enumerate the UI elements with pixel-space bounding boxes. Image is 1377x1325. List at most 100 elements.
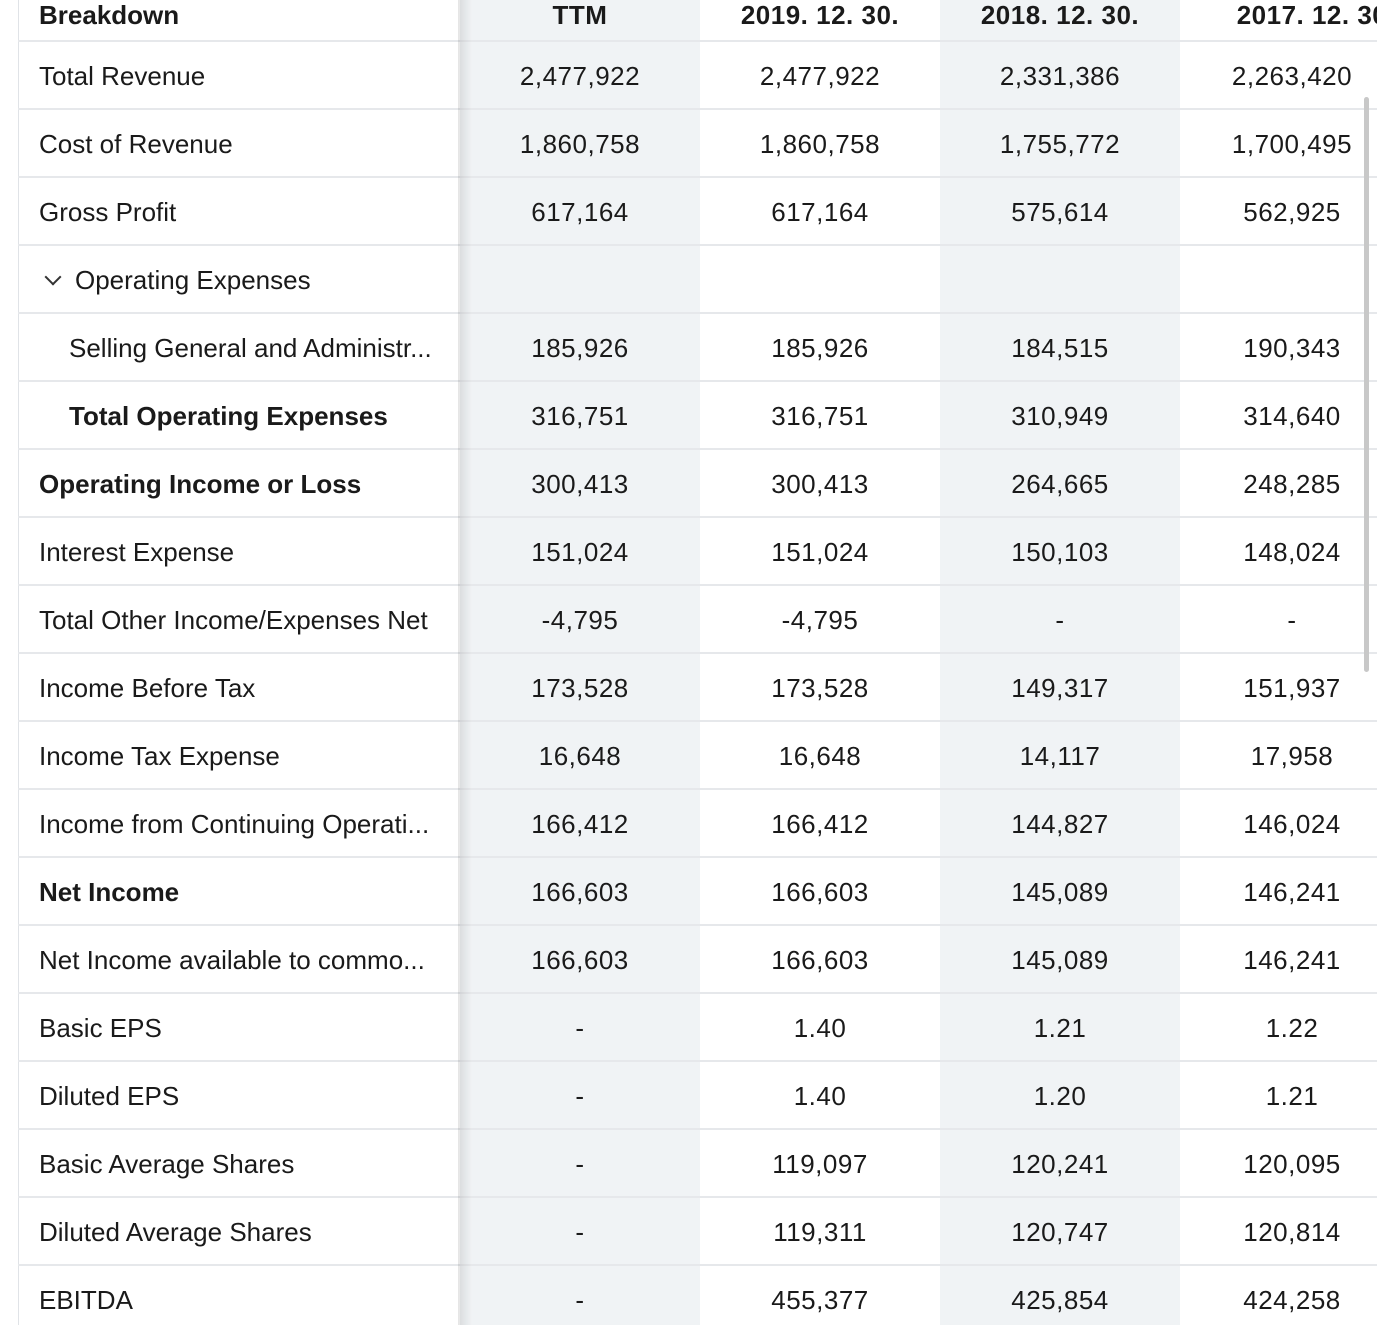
table-row: Selling General and Administr... 185,926 1… [18, 314, 1377, 382]
row-label-text: Total Operating Expenses [69, 400, 388, 431]
vertical-scrollbar[interactable] [1364, 97, 1369, 672]
table-row: Total Revenue 2,477,922 2,477,922 2,331,386… [18, 42, 1377, 110]
column-header-2017[interactable]: 2017. 12. 30. [1180, 0, 1377, 42]
value-cell: 2,477,922 [759, 60, 881, 91]
row-label: Net Income available to commo... [18, 926, 458, 994]
value-cell: 562,925 [1243, 196, 1341, 227]
value-cell: - [460, 994, 700, 1062]
row-label: Cost of Revenue [18, 110, 458, 178]
row-label: Total Revenue [18, 42, 458, 110]
row-label-text: EBITDA [39, 1284, 133, 1315]
column-header-2019[interactable]: 2019. 12. 30. [700, 0, 940, 42]
value-cell: 1.21 [940, 994, 1180, 1062]
value-cell: 184,515 [940, 314, 1180, 382]
value-cell: 1,700,495 [1231, 128, 1353, 159]
value-cell: - [460, 1198, 700, 1266]
column-header-ttm[interactable]: TTM [460, 0, 700, 42]
table-row: Basic Average Shares - 119,097 120,241 120,0… [18, 1130, 1377, 1198]
value-cell: 264,665 [940, 450, 1180, 518]
value-cell: 316,751 [460, 382, 700, 450]
table-row: Basic EPS - 1.40 1.21 1.22 [18, 994, 1377, 1062]
row-label-text: Total Revenue [39, 60, 206, 91]
table-row: Total Operating Expenses 316,751 316,751 31… [18, 382, 1377, 450]
value-cell: 149,317 [940, 654, 1180, 722]
row-label: Income Tax Expense [18, 722, 458, 790]
row-label: Selling General and Administr... [18, 314, 458, 382]
row-label-text: Cost of Revenue [39, 128, 233, 159]
value-cell: 1,860,758 [759, 128, 881, 159]
value-cell: 1.22 [1265, 1012, 1319, 1043]
value-cell: 2,477,922 [460, 42, 700, 110]
value-cell: 424,258 [1243, 1284, 1341, 1315]
value-cell: 151,024 [771, 536, 869, 567]
table-row: Net Income available to commo... 166,603 1… [18, 926, 1377, 994]
value-cell: 166,603 [460, 858, 700, 926]
table-row[interactable]: Operating Expenses [18, 246, 1377, 314]
row-label-text: Total Other Income/Expenses Net [39, 604, 428, 635]
value-cell: 2,263,420 [1231, 60, 1353, 91]
value-cell: - [460, 1130, 700, 1198]
row-label-text: Basic Average Shares [39, 1148, 295, 1179]
value-cell: 146,241 [1243, 876, 1341, 907]
value-cell: 185,926 [771, 332, 869, 363]
row-label: Total Operating Expenses [18, 382, 458, 450]
row-label: Net Income [18, 858, 458, 926]
row-label: Total Other Income/Expenses Net [18, 586, 458, 654]
value-cell: 1.40 [793, 1012, 847, 1043]
value-cell: 166,603 [771, 944, 869, 975]
value-cell: 455,377 [771, 1284, 869, 1315]
value-cell: 150,103 [940, 518, 1180, 586]
row-label: Income Before Tax [18, 654, 458, 722]
value-cell: 166,412 [771, 808, 869, 839]
row-label-text: Diluted EPS [39, 1080, 180, 1111]
row-label: Income from Continuing Operati... [18, 790, 458, 858]
table-row: Income from Continuing Operati... 166,412… [18, 790, 1377, 858]
value-cell: 248,285 [1243, 468, 1341, 499]
row-label-text: Net Income [39, 876, 180, 907]
row-label-text: Income from Continuing Operati... [39, 808, 430, 839]
value-cell: 173,528 [460, 654, 700, 722]
row-label-text: Basic EPS [39, 1012, 162, 1043]
value-cell: 146,241 [1243, 944, 1341, 975]
row-label-text: Operating Income or Loss [39, 468, 362, 499]
column-header-2018[interactable]: 2018. 12. 30. [940, 0, 1180, 42]
row-label[interactable]: Operating Expenses [18, 246, 458, 314]
row-label: EBITDA [18, 1266, 458, 1325]
value-cell: 617,164 [460, 178, 700, 246]
chevron-down-icon[interactable] [44, 268, 62, 286]
row-label-text: Income Tax Expense [39, 740, 280, 771]
row-label: Diluted Average Shares [18, 1198, 458, 1266]
row-label-text: Operating Expenses [75, 264, 311, 295]
value-cell: -4,795 [460, 586, 700, 654]
value-cell [460, 246, 700, 314]
value-cell: 314,640 [1243, 400, 1341, 431]
table-row: Income Tax Expense 16,648 16,648 14,117 17,9… [18, 722, 1377, 790]
value-cell: - [940, 586, 1180, 654]
table-row: EBITDA - 455,377 425,854 424,258 [18, 1266, 1377, 1325]
value-cell: - [460, 1062, 700, 1130]
value-cell: 166,603 [460, 926, 700, 994]
row-label-text: Diluted Average Shares [39, 1216, 312, 1247]
row-label-text: Interest Expense [39, 536, 235, 567]
table-header-row: Breakdown TTM 2019. 12. 30. 2018. 12. 30… [18, 0, 1377, 42]
row-label-text: Selling General and Administr... [69, 332, 432, 363]
row-label-text: Gross Profit [39, 196, 177, 227]
value-cell: 300,413 [771, 468, 869, 499]
table-row: Net Income 166,603 166,603 145,089 146,241 [18, 858, 1377, 926]
value-cell: 120,095 [1243, 1148, 1341, 1179]
table-row: Total Other Income/Expenses Net -4,795 -4,… [18, 586, 1377, 654]
value-cell: 575,614 [940, 178, 1180, 246]
row-label: Diluted EPS [18, 1062, 458, 1130]
value-cell: 1,860,758 [460, 110, 700, 178]
value-cell: 120,241 [940, 1130, 1180, 1198]
value-cell: 1.40 [793, 1080, 847, 1111]
value-cell: 16,648 [460, 722, 700, 790]
value-cell: 617,164 [771, 196, 869, 227]
value-cell [1180, 246, 1377, 314]
table-row: Operating Income or Loss 300,413 300,413 26… [18, 450, 1377, 518]
value-cell: 310,949 [940, 382, 1180, 450]
table-row: Cost of Revenue 1,860,758 1,860,758 1,755,7… [18, 110, 1377, 178]
value-cell: -4,795 [781, 604, 859, 635]
table-row: Interest Expense 151,024 151,024 150,103 148… [18, 518, 1377, 586]
row-label-text: Income Before Tax [39, 672, 256, 703]
